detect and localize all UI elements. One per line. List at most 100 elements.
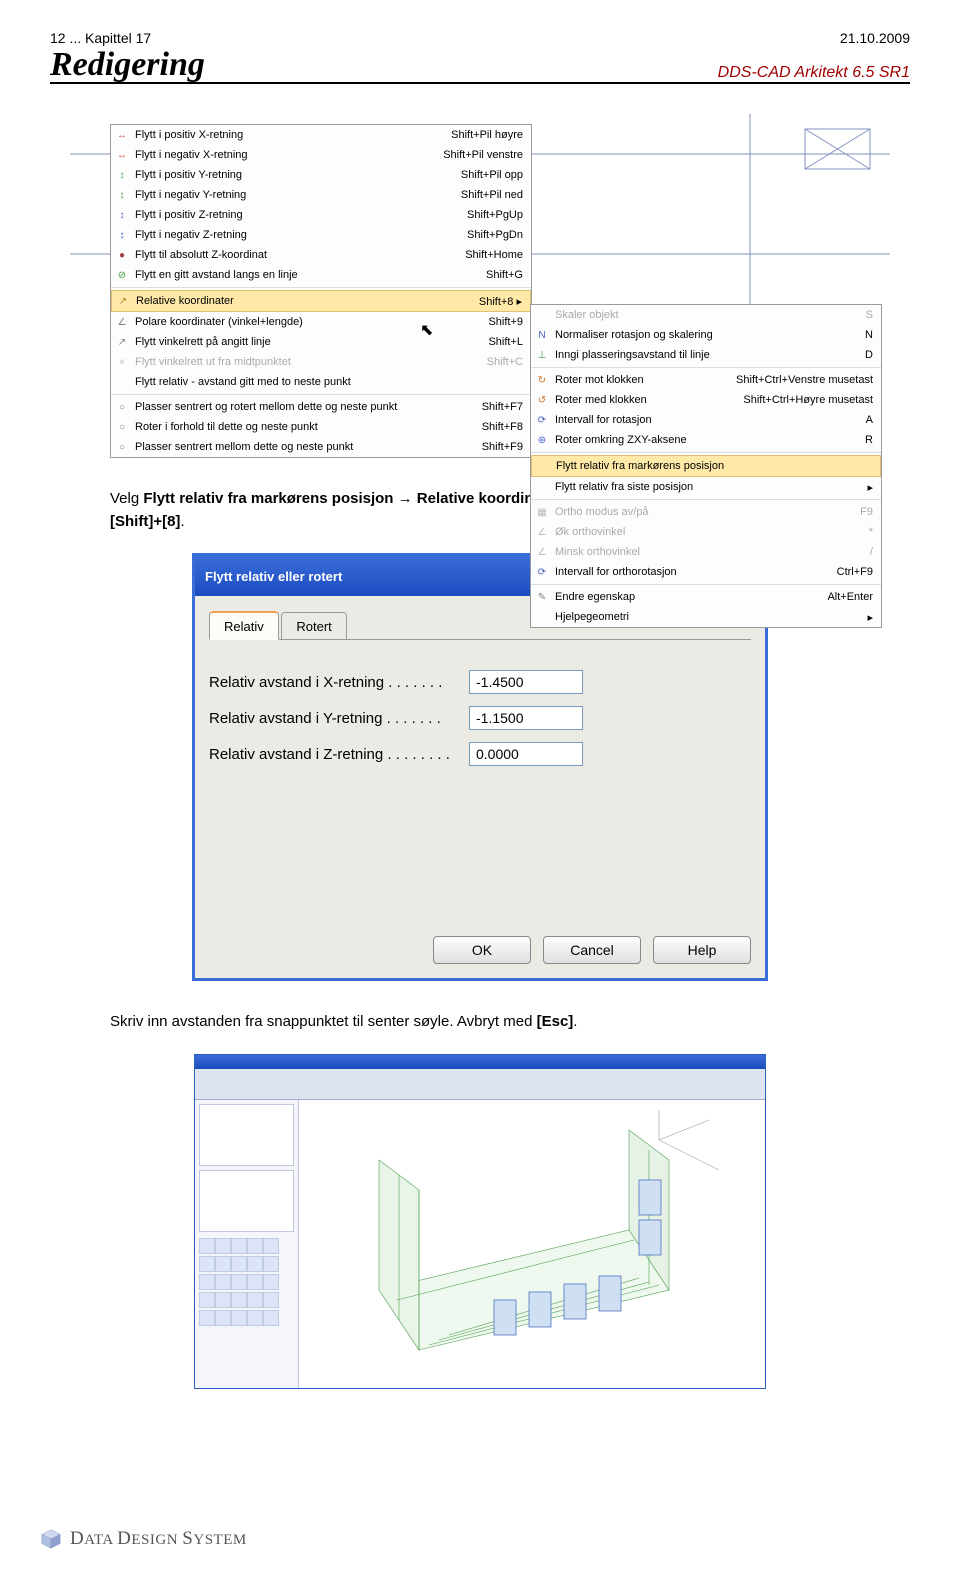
menu-item[interactable]: ↗Flytt vinkelrett på angitt linjeShift+L	[111, 332, 531, 352]
menu-item[interactable]: ∠Polare koordinater (vinkel+lengde)Shift…	[111, 312, 531, 332]
menu-item[interactable]: ↔Flytt i negativ X-retningShift+Pil vens…	[111, 145, 531, 165]
menu-item: ∠Øk orthovinkel*	[531, 522, 881, 542]
menu-shortcut: D	[865, 349, 873, 361]
input-y[interactable]	[469, 706, 583, 730]
menu-icon: ↗	[114, 293, 132, 309]
menu-shortcut: Shift+L	[488, 336, 523, 348]
menu-item[interactable]: ⊥Inngi plasseringsavstand til linjeD	[531, 345, 881, 365]
menu-item[interactable]: ○Plasser sentrert og rotert mellom dette…	[111, 397, 531, 417]
menu-label: Inngi plasseringsavstand til linje	[555, 349, 865, 361]
cube-icon	[40, 1528, 62, 1550]
menu-item[interactable]: ↕Flytt i positiv Z-retningShift+PgUp	[111, 205, 531, 225]
menu-item[interactable]: Hjelpegeometri▸	[531, 607, 881, 627]
header-right: 21.10.2009	[840, 30, 910, 46]
menu-label: Flytt i negativ Z-retning	[135, 229, 467, 241]
menu-item[interactable]: Flytt relativ fra markørens posisjon	[531, 455, 881, 477]
tab-rotert[interactable]: Rotert	[281, 612, 346, 640]
menu-label: Flytt i positiv Y-retning	[135, 169, 461, 181]
menu-label: Flytt i negativ X-retning	[135, 149, 443, 161]
menu-item: ×Flytt vinkelrett ut fra midtpunktetShif…	[111, 352, 531, 372]
menu-item: Skaler objektS	[531, 305, 881, 325]
menu-icon	[533, 609, 551, 625]
menu-label: Flytt i positiv X-retning	[135, 129, 451, 141]
menu-item: ∠Minsk orthovinkel/	[531, 542, 881, 562]
menu-shortcut: Shift+8 ▸	[479, 295, 522, 308]
menu-label: Flytt i negativ Y-retning	[135, 189, 461, 201]
input-z[interactable]	[469, 742, 583, 766]
menu-label: Roter omkring ZXY-aksene	[555, 434, 865, 446]
dialog-title: Flytt relativ eller rotert	[205, 569, 342, 584]
instruction-2: Skriv inn avstanden fra snappunktet til …	[110, 1011, 850, 1034]
header-left: 12 ... Kapittel 17	[50, 30, 151, 46]
menu-item[interactable]: ⊛ Roter omkring ZXY-akseneR	[531, 430, 881, 450]
menu-shortcut: Ctrl+F9	[837, 566, 873, 578]
menu-item[interactable]: ↕Flytt i negativ Z-retningShift+PgDn	[111, 225, 531, 245]
menu-icon: ⊛	[533, 432, 551, 448]
menu-item[interactable]: ↺ Roter med klokkenShift+Ctrl+Høyre muset…	[531, 390, 881, 410]
input-x[interactable]	[469, 670, 583, 694]
menu-item[interactable]: ⟳Intervall for rotasjonA	[531, 410, 881, 430]
menu-icon: ↕	[113, 207, 131, 223]
menu-item[interactable]: ↕Flytt i negativ Y-retningShift+Pil ned	[111, 185, 531, 205]
menu-label: Polare koordinater (vinkel+lengde)	[135, 316, 488, 328]
menu-item[interactable]: NNormaliser rotasjon og skaleringN	[531, 325, 881, 345]
tab-relativ[interactable]: Relativ	[209, 611, 279, 640]
menu-item[interactable]: ↻Roter mot klokkenShift+Ctrl+Venstre mus…	[531, 370, 881, 390]
menu-label: Flytt en gitt avstand langs en linje	[135, 269, 486, 281]
menu-label: Roter med klokken	[555, 394, 743, 406]
menu-icon: ↔	[113, 127, 131, 143]
menu-icon: ↕	[113, 227, 131, 243]
menu-item[interactable]: ●Flytt til absolutt Z-koordinatShift+Hom…	[111, 245, 531, 265]
menu-shortcut: Shift+C	[487, 356, 523, 368]
menu-icon: ↔	[113, 147, 131, 163]
context-submenu: Skaler objektSNNormaliser rotasjon og sk…	[530, 304, 882, 628]
menu-icon: ∠	[113, 314, 131, 330]
menu-icon	[113, 374, 131, 390]
menu-label: Relative koordinater	[136, 295, 479, 307]
menu-item[interactable]: Flytt relativ - avstand gitt med to nest…	[111, 372, 531, 392]
menu-shortcut: Alt+Enter	[827, 591, 873, 603]
menu-shortcut: Shift+Home	[465, 249, 523, 261]
menu-icon: ○	[113, 419, 131, 435]
menu-shortcut: ▸	[867, 481, 873, 494]
menu-shortcut: Shift+F8	[482, 421, 523, 433]
context-menu-move: ↔ Flytt i positiv X-retningShift+Pil høyr…	[110, 124, 532, 458]
menu-shortcut: Shift+Pil opp	[461, 169, 523, 181]
menu-label: Flytt vinkelrett på angitt linje	[135, 336, 488, 348]
menu-label: Skaler objekt	[555, 309, 866, 321]
label-y: Relativ avstand i Y-retning . . . . . . …	[209, 710, 469, 727]
menu-label: Roter i forhold til dette og neste punkt	[135, 421, 482, 433]
menu-icon: ↕	[113, 187, 131, 203]
menu-shortcut: /	[870, 546, 873, 558]
menu-item[interactable]: ○Plasser sentrert mellom dette og neste …	[111, 437, 531, 457]
menu-icon: ↺	[533, 392, 551, 408]
help-button[interactable]: Help	[653, 936, 751, 964]
menu-item[interactable]: ⟳Intervall for orthorotasjonCtrl+F9	[531, 562, 881, 582]
ok-button[interactable]: OK	[433, 936, 531, 964]
menu-label: Ortho modus av/på	[555, 506, 860, 518]
menu-shortcut: S	[866, 309, 873, 321]
menu-label: Flytt til absolutt Z-koordinat	[135, 249, 465, 261]
menu-label: Minsk orthovinkel	[555, 546, 870, 558]
menu-label: Intervall for rotasjon	[555, 414, 866, 426]
menu-shortcut: Shift+Pil høyre	[451, 129, 523, 141]
menu-label: Flytt relativ fra siste posisjon	[555, 481, 867, 493]
menu-label: Endre egenskap	[555, 591, 827, 603]
menu-label: Flytt i positiv Z-retning	[135, 209, 467, 221]
cancel-button[interactable]: Cancel	[543, 936, 641, 964]
menu-item[interactable]: ✎Endre egenskapAlt+Enter	[531, 587, 881, 607]
menu-item[interactable]: ⊘Flytt en gitt avstand langs en linjeShi…	[111, 265, 531, 285]
menu-item: ▦Ortho modus av/påF9	[531, 502, 881, 522]
menu-item[interactable]: ↗ Relative koordinaterShift+8 ▸	[111, 290, 531, 312]
menu-shortcut: R	[865, 434, 873, 446]
menu-item[interactable]: ↕Flytt i positiv Y-retningShift+Pil opp	[111, 165, 531, 185]
menu-shortcut: F9	[860, 506, 873, 518]
menu-label: Øk orthovinkel	[555, 526, 869, 538]
menu-item[interactable]: ↔ Flytt i positiv X-retningShift+Pil høyr…	[111, 125, 531, 145]
menu-icon: ○	[113, 399, 131, 415]
menu-item[interactable]: Flytt relativ fra siste posisjon▸	[531, 477, 881, 497]
menu-label: Flytt relativ - avstand gitt med to nest…	[135, 376, 523, 388]
menu-label: Intervall for orthorotasjon	[555, 566, 837, 578]
menu-shortcut: Shift+Ctrl+Høyre musetast	[743, 394, 873, 406]
menu-item[interactable]: ○ Roter i forhold til dette og neste punk…	[111, 417, 531, 437]
